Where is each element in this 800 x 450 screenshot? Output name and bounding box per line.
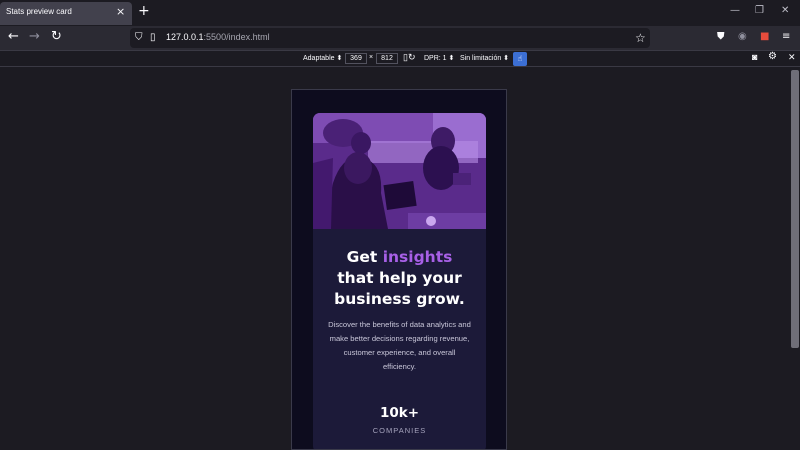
heading-line3: business grow. [334,290,465,308]
page-icon: ▯ [150,32,156,43]
shield-icon[interactable]: ⛉ [135,32,143,43]
tab-stats-preview-card[interactable]: Stats preview card × [0,2,132,25]
screenshot-icon[interactable]: ◙ [752,52,757,62]
hero-image [313,113,486,229]
close-window-icon[interactable]: ✕ [781,5,789,16]
url-host: 127.0.0.1 [166,32,204,42]
url-bar[interactable]: ⛉ ▯ 127.0.0.1:5500/index.html ☆ [130,28,650,48]
tab-strip: Stats preview card × + — ❐ ✕ [0,0,800,26]
tab-title: Stats preview card [6,7,72,16]
url-path: :5500/index.html [203,32,270,42]
responsive-design-toolbar: Adaptable ⬍ 369 × 812 ▯↻ DPR: 1 ⬍ Sin li… [0,50,800,67]
card-description: Discover the benefits of data analytics … [328,320,471,371]
navigation-bar: ← → ↻ ⛉ ▯ 127.0.0.1:5500/index.html ☆ ⛊ … [0,26,800,50]
forward-arrow-icon[interactable]: → [29,29,40,44]
url-text[interactable]: 127.0.0.1:5500/index.html [166,32,270,42]
extension-icon[interactable]: ■ [760,31,769,42]
device-viewport: Get insights that help your business gro… [291,89,507,450]
tab-close-icon[interactable]: × [116,5,125,18]
settings-gear-icon[interactable]: ⚙ [768,51,777,62]
back-arrow-icon[interactable]: ← [8,29,19,44]
rotate-icon[interactable]: ▯↻ [403,52,416,63]
scrollbar-thumb[interactable] [791,70,799,348]
throttle-select[interactable]: Sin limitación ⬍ [460,54,509,62]
stats-preview-card: Get insights that help your business gro… [313,113,486,449]
touch-simulation-icon[interactable]: ☝ [513,52,527,66]
pocket-icon[interactable]: ⛊ [717,31,725,42]
new-tab-button[interactable]: + [138,3,150,19]
dpr-select[interactable]: DPR: 1 ⬍ [424,54,454,62]
dimension-separator: × [369,54,374,61]
heading-get: Get [346,248,378,266]
bookmark-star-icon[interactable]: ☆ [635,31,646,45]
card-heading: Get insights that help your business gro… [313,247,486,310]
stat-label: COMPANIES [372,426,427,435]
viewport-area: Get insights that help your business gro… [0,67,800,450]
office-photo-illustration [313,113,486,229]
restore-icon[interactable]: ❐ [755,5,764,16]
viewport-width-input[interactable]: 369 [345,53,367,64]
stat-value: 10k+ [379,405,420,421]
minimize-icon[interactable]: — [730,5,740,16]
account-icon[interactable]: ◉ [738,31,747,42]
viewport-height-input[interactable]: 812 [376,53,398,64]
heading-line2: that help your [337,269,462,287]
reload-icon[interactable]: ↻ [51,29,62,44]
close-rdm-icon[interactable]: ✕ [788,52,796,63]
hamburger-menu-icon[interactable]: ≡ [782,31,790,42]
heading-insights: insights [382,248,453,266]
device-select[interactable]: Adaptable ⬍ [303,54,342,62]
